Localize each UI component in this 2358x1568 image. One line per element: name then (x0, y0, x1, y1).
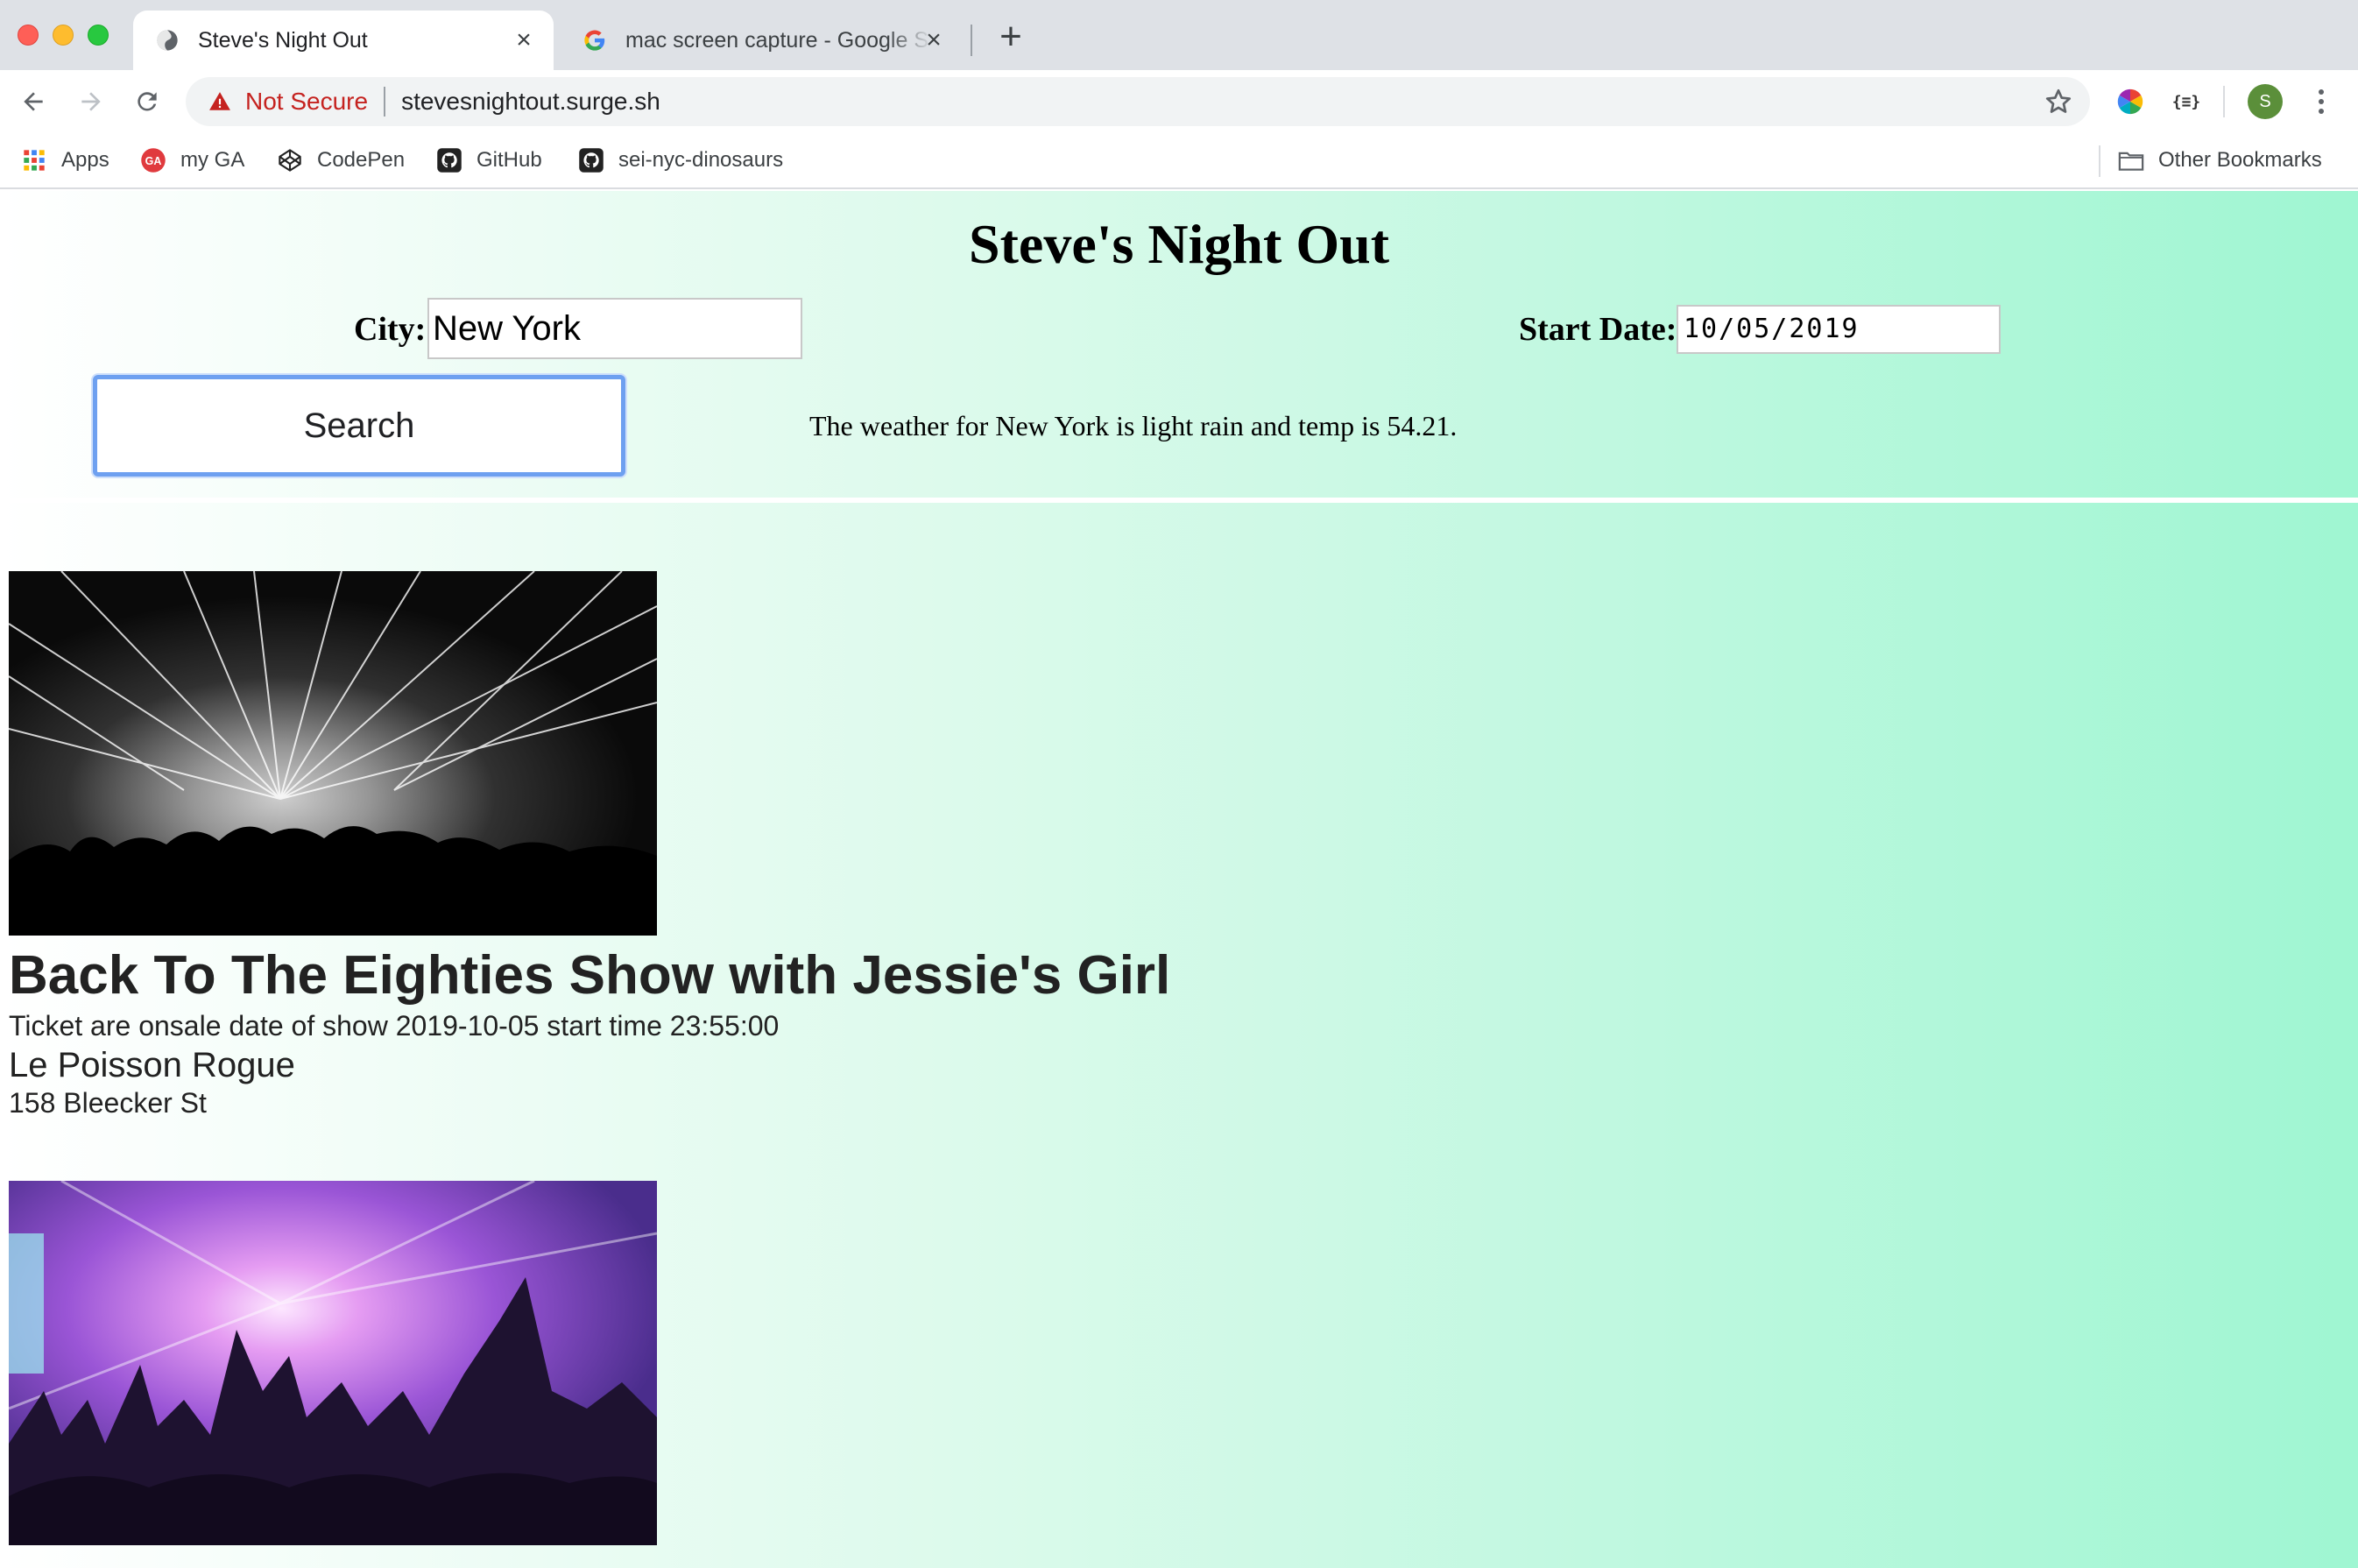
event-card: Back To The Eighties Show with Jessie's … (9, 571, 1170, 1119)
profile-avatar[interactable]: S (2248, 84, 2283, 119)
bookmark-label: Other Bookmarks (2158, 148, 2322, 172)
browser-toolbar: Not Secure stevesnightout.surge.sh (0, 70, 2358, 133)
page-content: Steve's Night Out City: Start Date: 10/0… (0, 191, 2358, 1568)
tab-steves-night-out[interactable]: Steve's Night Out × (133, 11, 554, 70)
toolbar-divider (2223, 86, 2225, 117)
bookmark-codepen[interactable]: CodePen (277, 144, 405, 177)
start-date-label: Start Date: (1519, 311, 1677, 348)
bookmarks-bar: Apps GA my GA CodePen GitHub sei-nyc-din… (0, 133, 2358, 189)
svg-text:GA: GA (145, 155, 162, 167)
browser-menu-icon[interactable] (2304, 84, 2339, 119)
start-date-input[interactable]: 10/05/2019 (1677, 305, 2001, 354)
maximize-window-button[interactable] (88, 25, 109, 46)
omnibox-divider (384, 87, 386, 117)
tab-title: mac screen capture - Google S (625, 27, 928, 53)
bookmark-sei-nyc-dinosaurs[interactable]: sei-nyc-dinosaurs (578, 144, 783, 177)
url-text[interactable]: stevesnightout.surge.sh (401, 88, 660, 116)
bookmark-label: sei-nyc-dinosaurs (618, 148, 784, 172)
close-window-button[interactable] (18, 25, 39, 46)
back-arrow-icon[interactable] (16, 84, 51, 119)
google-icon (582, 27, 608, 53)
tab-title: Steve's Night Out (198, 27, 368, 53)
concert-crowd-purple-photo[interactable] (9, 1181, 657, 1545)
event-date: Ticket are onsale date of show 2019-10-0… (9, 1010, 780, 1042)
new-tab-button[interactable]: + (993, 18, 1028, 56)
bookmark-label: CodePen (317, 148, 406, 172)
github-icon (578, 147, 604, 173)
warning-icon[interactable] (207, 88, 233, 115)
search-button[interactable]: Search (93, 375, 625, 477)
close-tab-icon[interactable]: × (512, 27, 536, 53)
close-tab-icon[interactable]: × (921, 27, 946, 53)
bookmark-label: GitHub (477, 148, 542, 172)
apps-grid-icon (21, 147, 47, 173)
ga-icon: GA (140, 147, 166, 173)
event-card (9, 1181, 657, 1554)
event-venue: Le Poisson Rogue (9, 1046, 295, 1084)
weather-text: The weather for New York is light rain a… (809, 410, 1458, 441)
bookmark-github[interactable]: GitHub (436, 144, 542, 177)
page-title: Steve's Night Out (969, 213, 1389, 275)
event-title: Back To The Eighties Show with Jessie's … (9, 945, 1171, 1006)
bookmark-apps[interactable]: Apps (21, 144, 109, 177)
city-label: City: (354, 311, 427, 348)
other-bookmarks[interactable]: Other Bookmarks (2118, 144, 2322, 177)
bookmarks-divider (2099, 145, 2100, 177)
globe-icon (154, 27, 180, 53)
tab-divider (971, 25, 972, 56)
address-bar[interactable]: Not Secure stevesnightout.surge.sh (186, 77, 2090, 126)
github-icon (436, 147, 462, 173)
concert-lasers-photo[interactable] (9, 571, 657, 936)
json-viewer-extension-icon[interactable]: {≡} (2169, 84, 2204, 119)
color-wheel-extension-icon[interactable] (2113, 84, 2148, 119)
tab-google-search[interactable]: mac screen capture - Google S × (561, 11, 964, 70)
event-address: 158 Bleecker St (9, 1087, 207, 1119)
minimize-window-button[interactable] (53, 25, 74, 46)
bookmark-label: my GA (180, 148, 245, 172)
security-label[interactable]: Not Secure (245, 88, 368, 116)
bookmark-star-icon[interactable] (2043, 86, 2074, 117)
forward-arrow-icon[interactable] (74, 84, 109, 119)
divider (0, 498, 2358, 503)
tab-bar: Steve's Night Out × mac screen capture -… (0, 0, 2358, 70)
reload-icon[interactable] (130, 84, 165, 119)
codepen-icon (277, 147, 303, 173)
folder-icon (2118, 147, 2144, 173)
bookmark-label: Apps (61, 148, 109, 172)
city-input[interactable] (427, 298, 802, 359)
bookmark-my-ga[interactable]: GA my GA (140, 144, 244, 177)
